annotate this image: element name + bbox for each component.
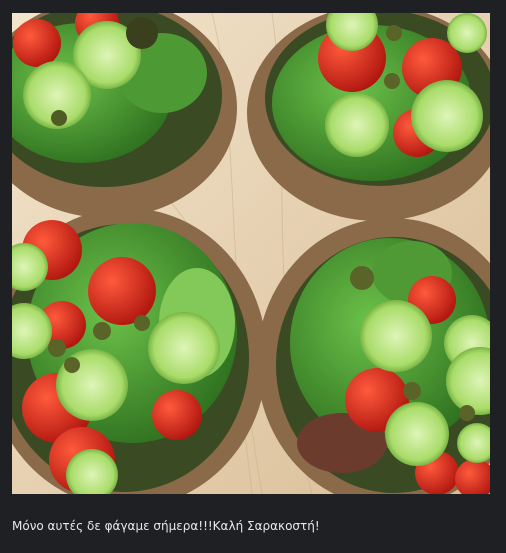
post-caption: Μόνο αυτές δε φάγαμε σήμερα!!!Καλή Σαρακ…: [12, 519, 320, 533]
salad-photo[interactable]: [12, 13, 490, 494]
post-card: Μόνο αυτές δε φάγαμε σήμερα!!!Καλή Σαρακ…: [0, 0, 506, 553]
